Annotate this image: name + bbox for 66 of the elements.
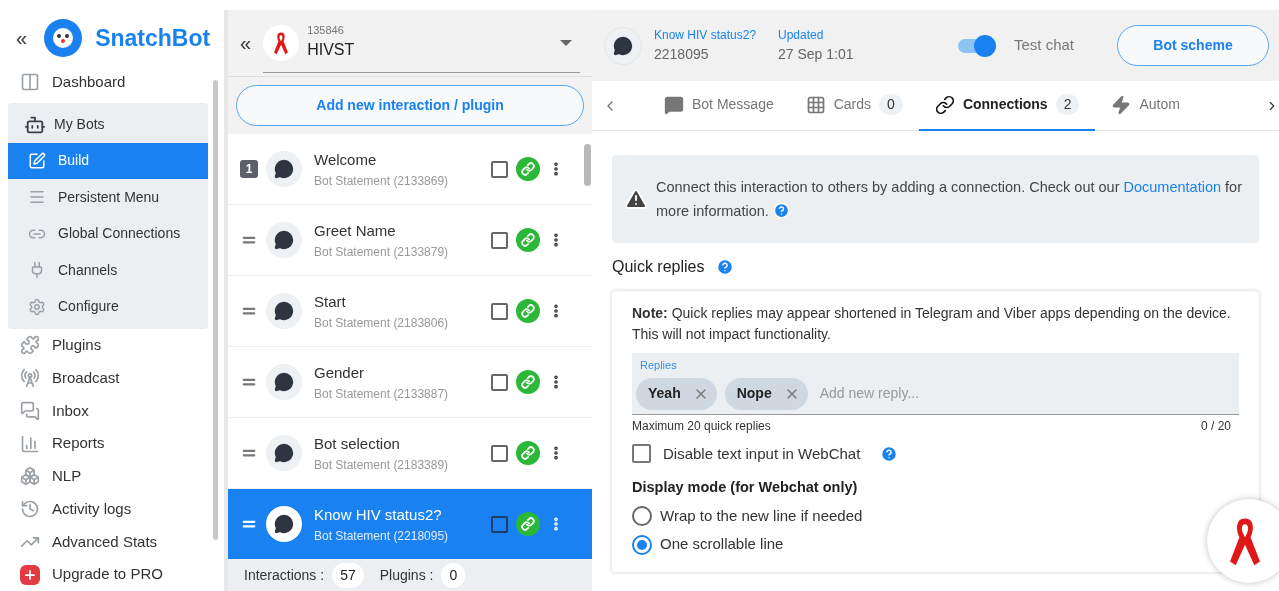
updated-time: 27 Sep 1:01 <box>778 45 855 64</box>
brand-name: SnatchBot <box>95 23 211 53</box>
sidebar-item[interactable]: Activity logs <box>8 492 220 526</box>
sidebar-item[interactable]: My Bots <box>54 114 105 136</box>
add-interaction-button[interactable]: Add new interaction / plugin <box>236 85 584 127</box>
reply-chip[interactable]: Yeah <box>636 377 717 410</box>
interaction-title: Know HIV status2? <box>654 27 758 44</box>
interaction-type: Bot Statement (2133869) <box>314 172 450 190</box>
interaction-row[interactable]: Gender Bot Statement (2133887) <box>228 347 592 419</box>
sidebar-item[interactable]: Inbox <box>8 394 220 428</box>
interaction-row[interactable]: Know HIV status2? Bot Statement (2218095) <box>228 489 592 561</box>
replies-field[interactable]: Replies Yeah Nope Add new reply... <box>632 353 1239 415</box>
count-value: 0 <box>441 563 466 589</box>
radio-label: Wrap to the new line if needed <box>660 505 863 526</box>
collapse-button[interactable]: « <box>12 22 32 53</box>
updated-label: Updated <box>778 27 825 44</box>
sidebar-item[interactable]: Channels <box>8 252 208 289</box>
tab[interactable]: Cards 0 <box>789 80 919 131</box>
bot-scheme-button[interactable]: Bot scheme <box>1117 25 1269 66</box>
order-badge: 1 <box>240 160 258 179</box>
interaction-type: Bot Statement (2183389) <box>314 456 450 474</box>
interaction-type: Bot Statement (2218095) <box>314 527 450 545</box>
interaction-row[interactable]: Greet Name Bot Statement (2133879) <box>228 205 592 277</box>
interaction-name: Know HIV status2? <box>314 505 443 525</box>
display-mode-title: Display mode (for Webchat only) <box>632 478 859 497</box>
interaction-row[interactable]: 1 Welcome Bot Statement (2133869) <box>228 134 592 206</box>
section-title: Quick replies <box>612 257 705 277</box>
interaction-type: Bot Statement (2133887) <box>314 385 450 403</box>
interaction-name: Welcome <box>314 150 378 170</box>
sidebar-item[interactable]: Plugins <box>8 329 220 362</box>
interaction-row[interactable]: Bot selection Bot Statement (2183389) <box>228 418 592 490</box>
sidebar-item[interactable]: Persistent Menu <box>8 179 208 216</box>
count-value: 57 <box>332 563 364 589</box>
interaction-id: 2218095 <box>654 45 710 64</box>
sidebar-item[interactable]: NLP <box>8 460 220 493</box>
sidebar-item[interactable]: Broadcast <box>8 361 220 395</box>
note-text: Note: Quick replies may appear shortened in Telegram and Viber apps depending on the device. This will not impact functionality. <box>632 304 1232 344</box>
interaction-type: Bot Statement (2183806) <box>314 314 450 332</box>
interaction-name: Start <box>314 292 347 312</box>
interaction-name: Gender <box>314 363 366 383</box>
collapse-button[interactable]: « <box>240 28 252 59</box>
sidebar-item[interactable]: Global Connections <box>8 215 208 253</box>
sidebar-item[interactable]: Build <box>8 142 208 180</box>
info-text: Connect this interaction to others by adding a connection. Check out our Documentation for more information. <box>656 178 1243 221</box>
sidebar-item[interactable]: Reports <box>8 427 220 461</box>
count-label: Plugins : <box>379 566 434 586</box>
checkbox-label: Disable text input in WebChat <box>663 443 861 464</box>
sidebar-item[interactable]: Configure <box>8 288 208 326</box>
interaction-row[interactable]: Start Bot Statement (2183806) <box>228 276 592 348</box>
sidebar-item[interactable]: Advanced Stats <box>8 525 220 559</box>
interaction-name: Greet Name <box>314 221 397 241</box>
tab[interactable]: Connections 2 <box>918 80 1096 131</box>
interaction-name: Bot selection <box>314 434 401 454</box>
sidebar-item[interactable]: Upgrade to PRO <box>8 558 220 591</box>
count-label: Interactions : <box>244 566 325 586</box>
test-chat-label: Test chat <box>1014 35 1075 56</box>
bot-select[interactable]: 135846 HIVST <box>263 13 580 74</box>
tab[interactable]: Autom <box>1095 80 1196 131</box>
reply-chip[interactable]: Nope <box>724 377 808 410</box>
tab[interactable]: Bot Message <box>648 80 790 131</box>
sidebar-item[interactable]: Dashboard <box>8 65 220 99</box>
interaction-type: Bot Statement (2133879) <box>314 243 450 261</box>
new-reply-input[interactable]: Add new reply... <box>819 383 1235 404</box>
helper-text: Maximum 20 quick replies <box>632 417 771 435</box>
radio-label: One scrollable line <box>660 534 784 555</box>
counter-text: 0 / 20 <box>1200 417 1231 435</box>
